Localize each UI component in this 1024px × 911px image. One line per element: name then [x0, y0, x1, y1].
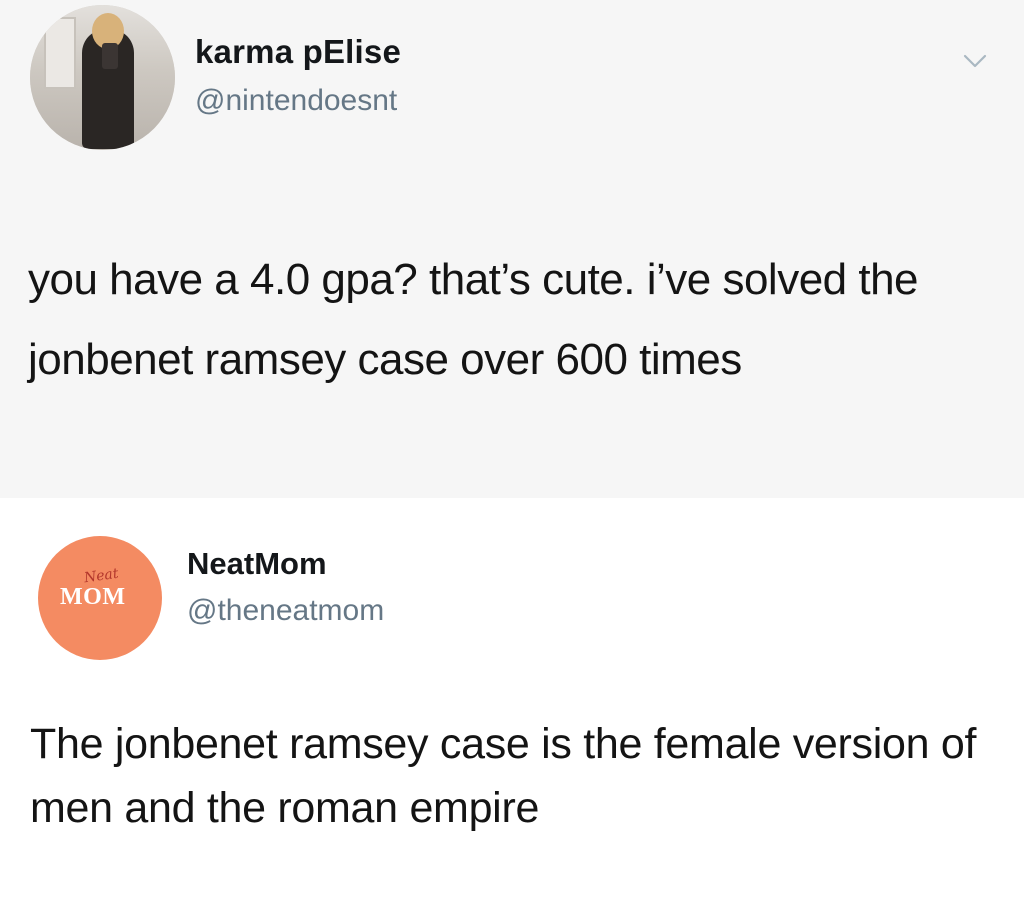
- avatar[interactable]: [30, 5, 175, 150]
- tweet-neatmom: [0, 498, 1024, 911]
- avatar[interactable]: Neat MOM: [38, 536, 162, 660]
- user-handle[interactable]: @nintendoesnt: [195, 84, 397, 118]
- tweet-karma-pelise: karma pElise @nintendoesnt you have a 4.…: [0, 0, 1024, 498]
- display-name[interactable]: karma pElise: [195, 33, 401, 71]
- tweet-text: you have a 4.0 gpa? that’s cute. i’ve so…: [28, 255, 919, 384]
- avatar-phone: [102, 43, 118, 69]
- display-name[interactable]: NeatMom: [187, 546, 327, 582]
- avatar-logo-main: MOM: [60, 584, 126, 610]
- avatar-door: [44, 17, 76, 89]
- user-handle[interactable]: @theneatmom: [187, 594, 384, 628]
- chevron-down-icon[interactable]: [962, 48, 988, 74]
- screenshot-canvas: karma pElise @nintendoesnt you have a 4.…: [0, 0, 1024, 911]
- tweet-text: The jonbenet ramsey case is the female v…: [30, 720, 977, 832]
